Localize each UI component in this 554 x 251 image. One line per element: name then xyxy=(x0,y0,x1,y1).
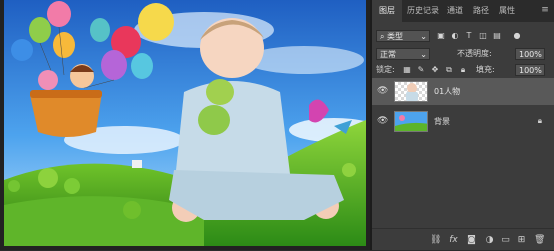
tab-label: 路径 xyxy=(473,6,489,15)
lock-all-icon[interactable]: 🔒︎ xyxy=(458,65,468,75)
search-icon: ⌕ xyxy=(380,32,385,41)
fill-label: 填充: xyxy=(476,65,495,74)
layer-style-fx-icon[interactable]: fx xyxy=(448,235,459,246)
tab-label: 图层 xyxy=(379,6,395,15)
person-thumbnail-image xyxy=(406,83,418,101)
photoshop-window: 图层 历史记录 通道 路径 属性 ≡ ⌕ 类型 ⌄ ▣ ◐ T ◫ ▤ ● 正常… xyxy=(0,0,554,250)
chevron-down-icon: ⌄ xyxy=(420,32,427,41)
link-layers-icon[interactable]: ⛓ xyxy=(430,235,441,246)
filter-kind-select[interactable]: ⌕ 类型 ⌄ xyxy=(376,30,430,42)
layers-panel: 图层 历史记录 通道 路径 属性 ≡ ⌕ 类型 ⌄ ▣ ◐ T ◫ ▤ ● 正常… xyxy=(372,0,554,250)
lock-artboard-icon[interactable]: ⧉ xyxy=(444,65,454,75)
filter-kind-value: 类型 xyxy=(387,32,404,41)
canvas-area[interactable] xyxy=(0,0,370,250)
layer-thumbnail xyxy=(394,111,428,132)
layers-bottom-toolbar: ⛓ fx ◙ ◑ ▭ ⊞ 🗑︎ xyxy=(372,228,554,251)
layer-name[interactable]: 01人物 xyxy=(434,86,460,97)
adjustment-filter-icon[interactable]: ◐ xyxy=(450,31,460,41)
background-thumbnail-image xyxy=(395,112,427,131)
chevron-down-icon: ⌄ xyxy=(420,50,427,59)
visibility-eye-icon[interactable]: 👁︎ xyxy=(377,116,388,126)
opacity-label: 不透明度: xyxy=(457,49,492,58)
smart-object-filter-icon[interactable]: ▤ xyxy=(492,31,502,41)
opacity-input[interactable]: 100% xyxy=(515,48,545,60)
lock-image-icon[interactable]: ✎ xyxy=(416,65,426,75)
tab-paths[interactable]: 路径 xyxy=(470,0,492,22)
layer-name[interactable]: 背景 xyxy=(434,116,450,127)
fill-value: 100% xyxy=(519,66,542,75)
add-mask-icon[interactable]: ◙ xyxy=(466,235,477,246)
new-layer-icon[interactable]: ⊞ xyxy=(516,235,527,246)
layer-row-background[interactable]: 👁︎ 背景 🔒︎ xyxy=(372,108,554,135)
new-group-icon[interactable]: ▭ xyxy=(500,235,511,246)
layer-lock-icon[interactable]: 🔒︎ xyxy=(538,116,542,126)
filter-toggle-icon[interactable]: ● xyxy=(512,31,522,41)
tab-properties[interactable]: 属性 xyxy=(496,0,518,22)
lock-transparent-icon[interactable]: ▦ xyxy=(402,65,412,75)
visibility-eye-icon[interactable]: 👁︎ xyxy=(377,86,388,96)
pixel-filter-icon[interactable]: ▣ xyxy=(436,31,446,41)
composite-image xyxy=(4,0,366,246)
tab-history[interactable]: 历史记录 xyxy=(404,0,442,22)
tab-channels[interactable]: 通道 xyxy=(444,0,466,22)
panel-tab-bar: 图层 历史记录 通道 路径 属性 ≡ xyxy=(372,0,554,22)
opacity-value: 100% xyxy=(519,50,542,59)
lock-label: 锁定: xyxy=(376,65,395,74)
fill-input[interactable]: 100% xyxy=(515,64,545,76)
tab-label: 历史记录 xyxy=(407,6,439,15)
tab-label: 属性 xyxy=(499,6,515,15)
panel-menu-icon[interactable]: ≡ xyxy=(540,5,550,15)
delete-layer-icon[interactable]: 🗑︎ xyxy=(534,235,545,246)
layer-row-01-person[interactable]: 👁︎ 01人物 xyxy=(372,78,554,105)
type-filter-icon[interactable]: T xyxy=(464,31,474,41)
layer-thumbnail xyxy=(394,81,428,102)
shape-filter-icon[interactable]: ◫ xyxy=(478,31,488,41)
blend-mode-value: 正常 xyxy=(380,50,396,59)
tab-layers[interactable]: 图层 xyxy=(372,0,402,22)
tab-label: 通道 xyxy=(447,6,463,15)
adjustment-layer-icon[interactable]: ◑ xyxy=(484,235,495,246)
blend-mode-select[interactable]: 正常 ⌄ xyxy=(376,48,430,60)
layer-list: 👁︎ 01人物 👁︎ 背景 🔒︎ xyxy=(372,78,554,228)
lock-position-icon[interactable]: ✥ xyxy=(430,65,440,75)
document-image[interactable] xyxy=(4,0,366,246)
